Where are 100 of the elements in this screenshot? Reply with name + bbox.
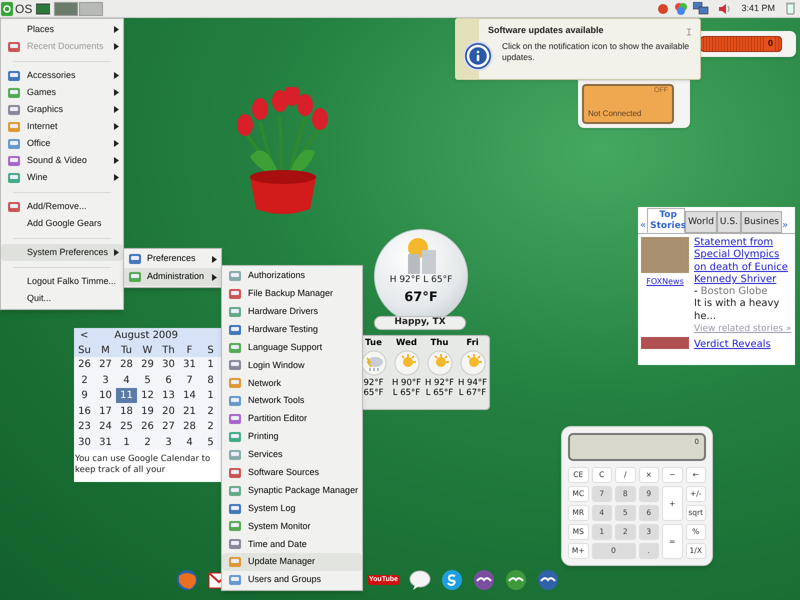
calendar-day[interactable]: 28 (179, 419, 200, 434)
calendar-day[interactable]: 27 (95, 357, 116, 372)
menu-item[interactable]: Games (1, 84, 123, 101)
calendar-day[interactable]: 29 (137, 357, 158, 372)
menu-item[interactable]: Software Sources (222, 464, 362, 482)
seagull-icon[interactable] (536, 568, 559, 592)
calendar-day[interactable]: 11 (116, 388, 137, 404)
calendar-day[interactable]: 31 (179, 357, 200, 372)
calendar-day[interactable]: 12 (137, 388, 158, 404)
calendar-day[interactable]: 5 (137, 372, 158, 388)
menu-item[interactable]: System Preferences (1, 244, 123, 261)
calendar-day[interactable]: 26 (74, 357, 95, 372)
menu-item[interactable]: Update Manager (222, 553, 362, 572)
calendar-day[interactable]: 1 (116, 434, 137, 450)
next-tab-button[interactable]: » (782, 218, 788, 233)
menu-item[interactable]: Graphics (1, 101, 123, 118)
previous-tab-button[interactable]: « (639, 218, 648, 233)
seagull-icon[interactable] (472, 568, 495, 592)
menu-item[interactable]: Network Tools (222, 392, 362, 410)
calendar-day[interactable]: 16 (74, 404, 95, 419)
menu-item[interactable]: Internet (1, 118, 123, 135)
news-tab[interactable]: Top Stories (647, 208, 686, 233)
menu-button[interactable]: OS (15, 2, 32, 14)
calendar-day[interactable]: 28 (116, 357, 137, 372)
speech-bubble-icon[interactable] (408, 568, 431, 592)
calendar-day[interactable]: 4 (116, 372, 137, 388)
calendar-day[interactable]: 20 (158, 404, 179, 419)
calendar-day[interactable]: 3 (158, 434, 179, 450)
calendar-day[interactable]: 19 (137, 404, 158, 419)
headline-link[interactable]: Statement from Special Olympics on death of Eunice Kennedy Shriver (694, 237, 793, 286)
news-tab[interactable]: U.S. (716, 211, 741, 233)
calendar-day[interactable]: 2 (137, 434, 158, 450)
menu-item[interactable]: Time and Date (222, 535, 362, 554)
calendar-day[interactable]: 8 (200, 372, 221, 388)
menu-item[interactable]: System Log (222, 500, 362, 518)
calendar-day[interactable]: 6 (158, 372, 179, 388)
calendar-day[interactable]: 30 (158, 357, 179, 372)
calendar-day[interactable]: 25 (116, 419, 137, 434)
calendar-day[interactable]: 7 (179, 372, 200, 388)
calendar-day[interactable]: 18 (116, 404, 137, 419)
menu-item[interactable]: File Backup Manager (222, 284, 362, 303)
menu-item[interactable]: Hardware Drivers (222, 302, 362, 321)
menu-item[interactable]: Services (222, 446, 362, 464)
menu-item[interactable]: Language Support (222, 338, 362, 356)
menu-item[interactable]: Preferences (124, 250, 221, 268)
network-icon[interactable] (693, 2, 710, 16)
news-tab[interactable]: World (685, 211, 717, 233)
calendar-day[interactable]: 3 (95, 372, 116, 388)
calendar-day[interactable]: 10 (95, 388, 116, 404)
notification-title: Software updates available (488, 24, 604, 37)
calendar-day[interactable]: 14 (179, 388, 200, 404)
menu-item[interactable]: Partition Editor (222, 410, 362, 428)
menu-item[interactable]: Wine (1, 169, 123, 186)
menu-item[interactable]: Places (1, 21, 123, 38)
calendar-day[interactable]: 24 (95, 419, 116, 434)
clock[interactable]: 3:41 PM (741, 2, 775, 16)
volume-icon[interactable] (718, 2, 732, 14)
menu-item[interactable]: Login Window (222, 356, 362, 374)
colorful-orb-icon[interactable] (674, 2, 688, 16)
workspace-switcher[interactable] (54, 2, 78, 16)
menu-item[interactable]: Administration (124, 268, 221, 286)
seagull-icon[interactable] (504, 568, 527, 592)
calendar-day[interactable]: 23 (74, 419, 95, 434)
menu-item[interactable]: Add Google Gears (1, 215, 123, 232)
menu-item[interactable]: Hardware Testing (222, 320, 362, 339)
menu-item[interactable]: Printing (222, 428, 362, 446)
menu-item[interactable]: Add/Remove... (1, 198, 123, 215)
calendar-day[interactable]: 31 (95, 434, 116, 450)
sun-icon (426, 350, 452, 376)
menu-item[interactable]: Logout Falko Timme... (1, 273, 123, 290)
trash-icon[interactable] (786, 2, 795, 15)
calendar-day[interactable]: 9 (74, 388, 95, 404)
menu-item[interactable]: System Monitor (222, 517, 362, 536)
calendar-day[interactable]: 21 (179, 404, 200, 419)
calendar-day[interactable]: 4 (179, 434, 200, 450)
menu-item[interactable]: Accessories (1, 67, 123, 84)
calendar-day[interactable]: 1 (200, 357, 221, 372)
calendar-day[interactable]: 5 (200, 434, 221, 450)
menu-item[interactable]: Network (222, 374, 362, 392)
calendar-day[interactable]: 13 (158, 388, 179, 404)
menu-item[interactable]: Authorizations (222, 267, 362, 285)
calendar-day[interactable]: 17 (95, 404, 116, 419)
calendar-day[interactable]: 2 (74, 372, 95, 388)
headline-link[interactable]: Verdict Reveals (694, 337, 771, 352)
calendar-day[interactable]: 30 (74, 434, 95, 450)
menu-item[interactable]: Office (1, 135, 123, 152)
menu-item[interactable]: Quit... (1, 290, 123, 307)
workspace-switcher[interactable] (79, 2, 104, 16)
calendar-day[interactable]: 26 (137, 419, 158, 434)
calendar-day[interactable]: 2 (200, 419, 221, 434)
menu-item[interactable]: Sound & Video (1, 152, 123, 169)
source-link[interactable]: FOXNews (646, 276, 684, 288)
news-tab[interactable]: Busines (740, 211, 782, 233)
menu-item[interactable]: Synaptic Package Manager (222, 482, 362, 500)
desktop-icon[interactable] (36, 2, 50, 14)
calendar-day[interactable]: 2 (200, 404, 221, 419)
previous-month-button[interactable]: < (80, 328, 88, 343)
calendar-day[interactable]: 1 (200, 388, 221, 404)
calendar-day[interactable]: 27 (158, 419, 179, 434)
menu-item[interactable]: Users and Groups (222, 571, 362, 590)
